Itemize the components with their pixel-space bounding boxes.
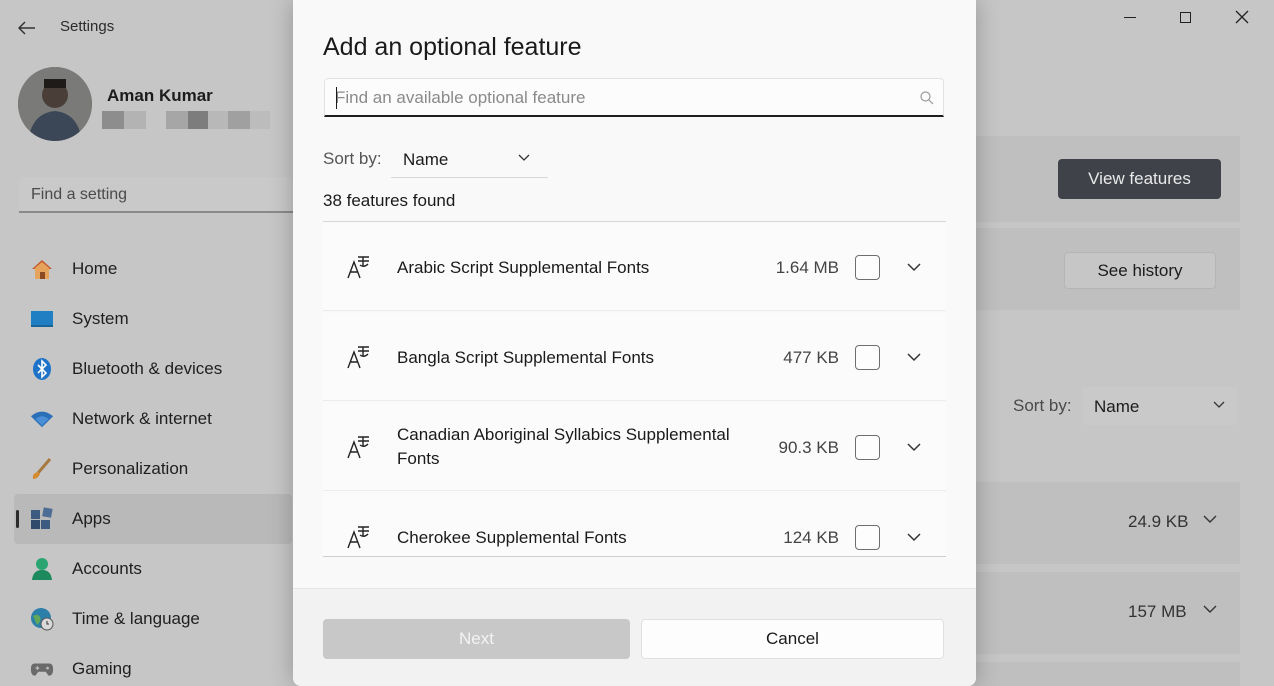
next-button[interactable]: Next (323, 619, 630, 659)
feature-name: Bangla Script Supplemental Fonts (397, 348, 655, 367)
text-caret (336, 87, 337, 109)
sidebar-item-apps[interactable]: Apps (14, 494, 292, 544)
chevron-down-icon[interactable] (905, 348, 923, 366)
feature-name: Canadian Aboriginal Syllabics Supplement… (397, 425, 730, 468)
feature-checkbox[interactable] (855, 255, 880, 280)
feature-checkbox[interactable] (855, 525, 880, 550)
chevron-down-icon[interactable] (905, 438, 923, 456)
installed-feature-size: 157 MB (1128, 602, 1187, 621)
feature-row[interactable]: Bangla Script Supplemental Fonts 477 KB (323, 313, 946, 401)
bg-sort-value: Name (1094, 397, 1140, 416)
chevron-down-icon (517, 150, 531, 164)
features-found-count: 38 features found (323, 191, 456, 210)
sidebar-item-label: Personalization (72, 459, 189, 478)
installed-feature-size: 24.9 KB (1128, 512, 1189, 531)
font-icon (345, 433, 373, 461)
sidebar-item-accounts[interactable]: Accounts (0, 544, 292, 594)
arrow-left-icon (18, 21, 35, 35)
avatar[interactable] (18, 67, 92, 141)
bg-sort-label: Sort by: (1013, 396, 1072, 415)
feature-row[interactable]: Arabic Script Supplemental Fonts 1.64 MB (323, 223, 946, 311)
active-indicator (16, 510, 19, 528)
feature-row[interactable]: Canadian Aboriginal Syllabics Supplement… (323, 403, 946, 491)
wifi-icon (30, 407, 54, 431)
sidebar-item-label: System (72, 309, 129, 328)
find-setting-placeholder: Find a setting (31, 186, 128, 203)
add-optional-feature-dialog: Add an optional feature Sort by: Name 38… (293, 0, 976, 686)
system-icon (30, 307, 54, 331)
sidebar-item-label: Accounts (72, 559, 142, 578)
divider (323, 556, 946, 557)
dialog-footer: Next Cancel (293, 588, 976, 686)
bluetooth-icon (30, 357, 54, 381)
close-icon (1235, 10, 1249, 24)
chevron-down-icon[interactable] (905, 258, 923, 276)
feature-search-input[interactable] (335, 87, 905, 109)
feature-name: Arabic Script Supplemental Fonts (397, 258, 650, 277)
user-name: Aman Kumar (107, 86, 213, 105)
minimize-icon (1124, 16, 1136, 18)
sidebar-nav: Home System Bluetooth & devices Network … (0, 244, 292, 686)
person-icon (30, 557, 54, 581)
feature-checkbox[interactable] (855, 435, 880, 460)
feature-size: 1.64 MB (775, 258, 839, 277)
font-icon (345, 343, 373, 371)
sidebar-item-home[interactable]: Home (0, 244, 292, 294)
gamepad-icon (30, 657, 54, 681)
feature-size: 90.3 KB (778, 438, 840, 457)
maximize-button[interactable] (1170, 6, 1200, 28)
sidebar-item-label: Apps (72, 509, 111, 528)
cancel-button[interactable]: Cancel (641, 619, 944, 659)
view-features-button[interactable]: View features (1058, 159, 1221, 199)
divider (323, 221, 946, 222)
sidebar-item-network[interactable]: Network & internet (0, 394, 292, 444)
installed-feature-row[interactable] (974, 662, 1240, 686)
chevron-down-icon (1212, 397, 1226, 411)
sidebar-item-label: Home (72, 259, 118, 278)
sidebar-item-time-language[interactable]: Time & language (0, 594, 292, 644)
sort-value: Name (403, 150, 449, 169)
bg-sort-select[interactable]: Name (1082, 387, 1238, 425)
sidebar-item-gaming[interactable]: Gaming (0, 644, 292, 686)
chevron-down-icon[interactable] (905, 528, 923, 546)
home-icon (30, 257, 54, 281)
font-icon (345, 253, 373, 281)
sidebar-item-label: Bluetooth & devices (72, 359, 223, 378)
user-email-redacted (102, 111, 272, 129)
sidebar-item-bluetooth[interactable]: Bluetooth & devices (0, 344, 292, 394)
maximize-icon (1179, 11, 1191, 23)
sort-select[interactable]: Name (391, 139, 548, 178)
sort-label: Sort by: (323, 149, 382, 168)
sidebar-item-system[interactable]: System (0, 294, 292, 344)
font-icon (345, 523, 373, 551)
brush-icon (30, 457, 54, 481)
find-setting-input[interactable]: Find a setting (19, 177, 294, 213)
feature-list: Arabic Script Supplemental Fonts 1.64 MB… (323, 223, 946, 556)
chevron-down-icon[interactable] (1202, 601, 1218, 617)
feature-checkbox[interactable] (855, 345, 880, 370)
app-title: Settings (60, 18, 115, 35)
feature-row[interactable]: Cherokee Supplemental Fonts 124 KB (323, 493, 946, 556)
apps-icon (30, 507, 54, 531)
dialog-title: Add an optional feature (323, 33, 582, 61)
chevron-down-icon[interactable] (1202, 511, 1218, 527)
installed-feature-row[interactable]: 24.9 KB (974, 482, 1240, 564)
sidebar-item-label: Gaming (72, 659, 132, 678)
feature-size: 477 KB (783, 348, 839, 367)
feature-name: Cherokee Supplemental Fonts (397, 528, 627, 547)
sidebar-item-label: Network & internet (72, 409, 212, 428)
sidebar-item-label: Time & language (72, 609, 200, 628)
see-history-button[interactable]: See history (1064, 252, 1216, 289)
minimize-button[interactable] (1115, 6, 1145, 28)
feature-size: 124 KB (783, 528, 839, 547)
installed-feature-row[interactable]: 157 MB (974, 572, 1240, 654)
back-button[interactable] (14, 16, 40, 40)
search-icon[interactable] (919, 90, 935, 106)
globe-clock-icon (30, 607, 54, 631)
feature-search-box[interactable] (324, 78, 944, 117)
sidebar-item-personalization[interactable]: Personalization (0, 444, 292, 494)
close-button[interactable] (1227, 6, 1257, 28)
